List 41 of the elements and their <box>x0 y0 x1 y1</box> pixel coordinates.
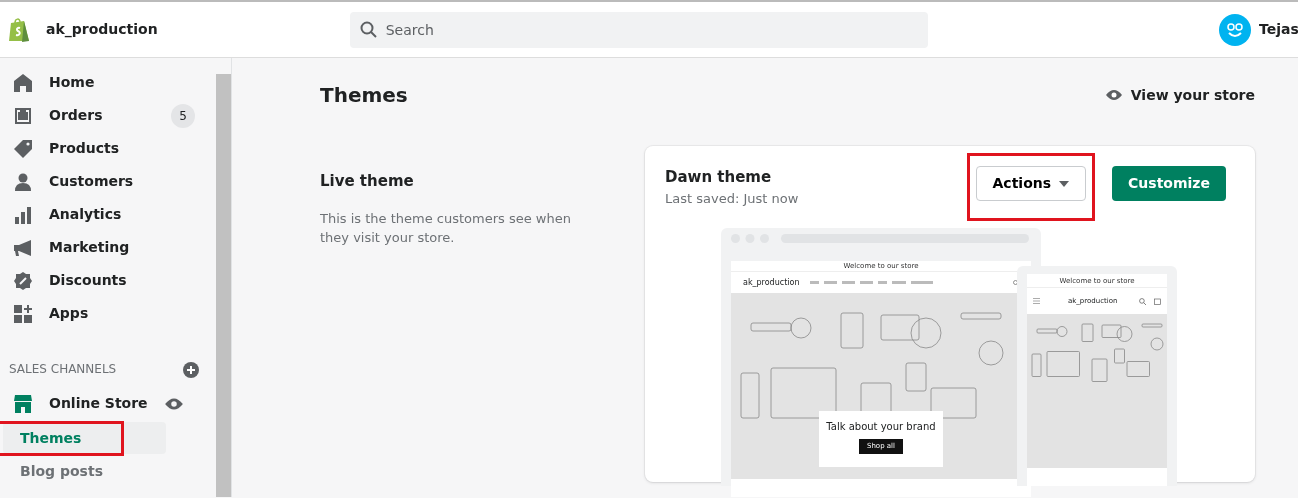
apps-icon <box>13 303 33 324</box>
count-badge: 5 <box>171 103 195 128</box>
section-description: This is the theme customers see when they visit your store. <box>320 209 572 247</box>
megaphone-icon <box>13 237 33 258</box>
search-field[interactable]: Search <box>349 11 928 48</box>
home-icon <box>13 72 33 93</box>
sidebar-item[interactable]: Online Store <box>0 387 200 420</box>
store-logo: ak_production <box>743 276 800 289</box>
theme-name: Dawn theme <box>665 167 773 188</box>
cart-icon <box>1154 297 1161 305</box>
sidebar-item[interactable]: Products <box>0 132 205 165</box>
sidebar-item[interactable]: Marketing <box>0 231 205 264</box>
sidebar-subitem[interactable]: Blog posts <box>3 455 166 487</box>
bar-chart-icon <box>13 204 33 225</box>
customize-button[interactable]: Customize <box>1112 166 1226 201</box>
page-title: Themes <box>320 83 408 107</box>
user-name[interactable]: Tejas <box>1259 19 1298 40</box>
view-store-link[interactable]: View your store <box>1104 84 1255 106</box>
person-icon <box>13 171 33 192</box>
sidebar-item[interactable]: Customers <box>0 165 205 198</box>
sidebar-subitem[interactable]: Themes <box>3 422 166 454</box>
last-saved-text: Last saved: Just now <box>665 189 799 208</box>
eye-icon <box>1104 89 1123 101</box>
add-icon[interactable] <box>183 361 199 378</box>
inbox-icon <box>13 105 33 126</box>
sidebar-item[interactable]: Apps <box>0 297 205 330</box>
scrollbar[interactable] <box>216 74 231 497</box>
menu-icon <box>1033 298 1040 304</box>
sidebar-item[interactable]: Home <box>0 66 205 99</box>
tag-icon <box>13 138 33 159</box>
storefront-icon <box>13 393 33 414</box>
caret-icon <box>1059 180 1070 187</box>
sidebar-item[interactable]: Discounts <box>0 264 205 297</box>
sidebar-item[interactable]: Orders 5 <box>0 99 205 132</box>
actions-button[interactable]: Actions <box>975 166 1087 201</box>
bag-logo-icon <box>8 16 30 43</box>
discount-icon <box>13 270 33 291</box>
store-name[interactable]: ak_production <box>46 19 158 40</box>
sidebar-item[interactable]: Analytics <box>0 198 205 231</box>
section-header: SALES CHANNELS <box>9 361 117 378</box>
section-title: Live theme <box>320 171 415 192</box>
